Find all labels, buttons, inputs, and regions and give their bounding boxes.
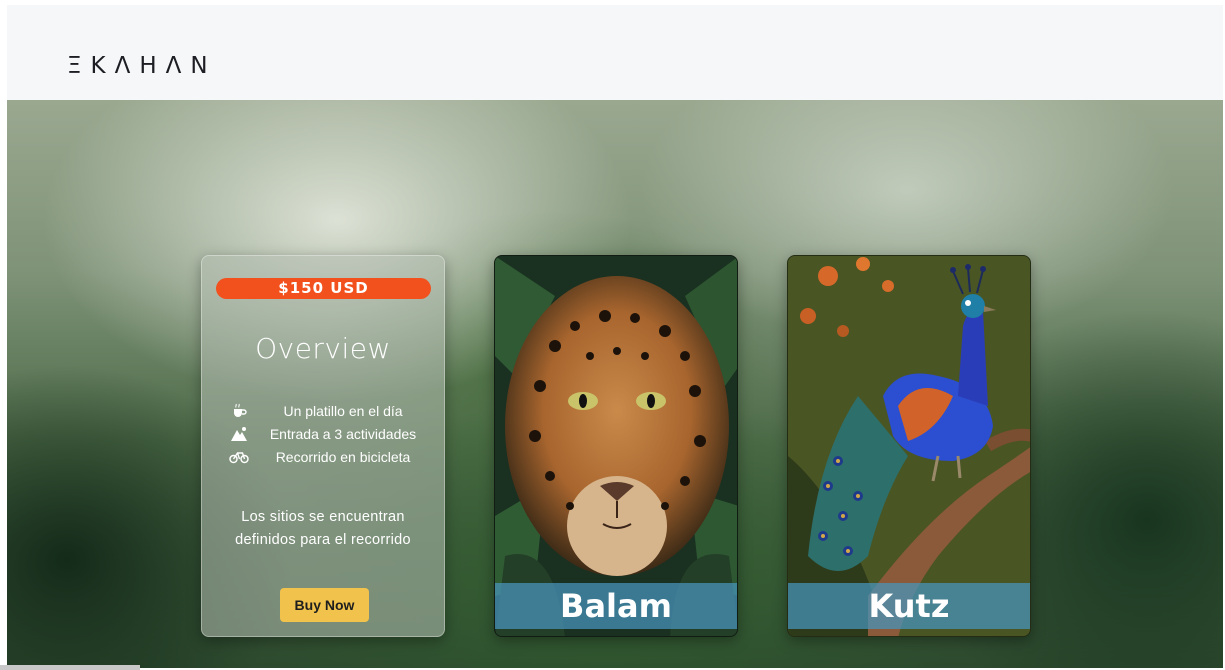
kutz-card[interactable]: Kutz — [787, 255, 1031, 637]
scrollbar[interactable] — [0, 665, 140, 670]
balam-card[interactable]: Balam — [494, 255, 738, 637]
feature-text: Recorrido en bicicleta — [275, 448, 411, 465]
buy-now-button[interactable]: Buy Now — [280, 588, 369, 622]
overview-card: $150 USD Overview Un platillo en el día … — [201, 255, 445, 637]
feature-item: Un platillo en el día — [228, 399, 428, 422]
feature-list: Un platillo en el día Entrada a 3 activi… — [228, 399, 428, 468]
cup-icon — [228, 403, 250, 419]
overview-title: Overview — [255, 332, 391, 365]
feature-text: Un platillo en el día — [283, 402, 403, 419]
description-line: definidos para el recorrido — [235, 532, 411, 548]
site-logo[interactable]: ΞKΛHΛN — [67, 53, 217, 79]
site-header: ΞKΛHΛN — [7, 5, 1223, 100]
card-name-band: Balam — [495, 583, 737, 629]
bicycle-icon — [228, 449, 250, 465]
overview-description: Los sitios se encuentran definidos para … — [202, 506, 444, 552]
logo-text: ΞKΛHΛN — [67, 53, 217, 79]
price-badge: $150 USD — [216, 278, 431, 299]
description-line: Los sitios se encuentran — [241, 509, 405, 525]
feature-item: Recorrido en bicicleta — [228, 445, 428, 468]
card-name-band: Kutz — [788, 583, 1030, 629]
peacock-image — [788, 256, 1030, 636]
jaguar-image — [495, 256, 737, 636]
feature-text: Entrada a 3 actividades — [269, 425, 417, 442]
mountain-icon — [228, 426, 250, 442]
feature-item: Entrada a 3 actividades — [228, 422, 428, 445]
